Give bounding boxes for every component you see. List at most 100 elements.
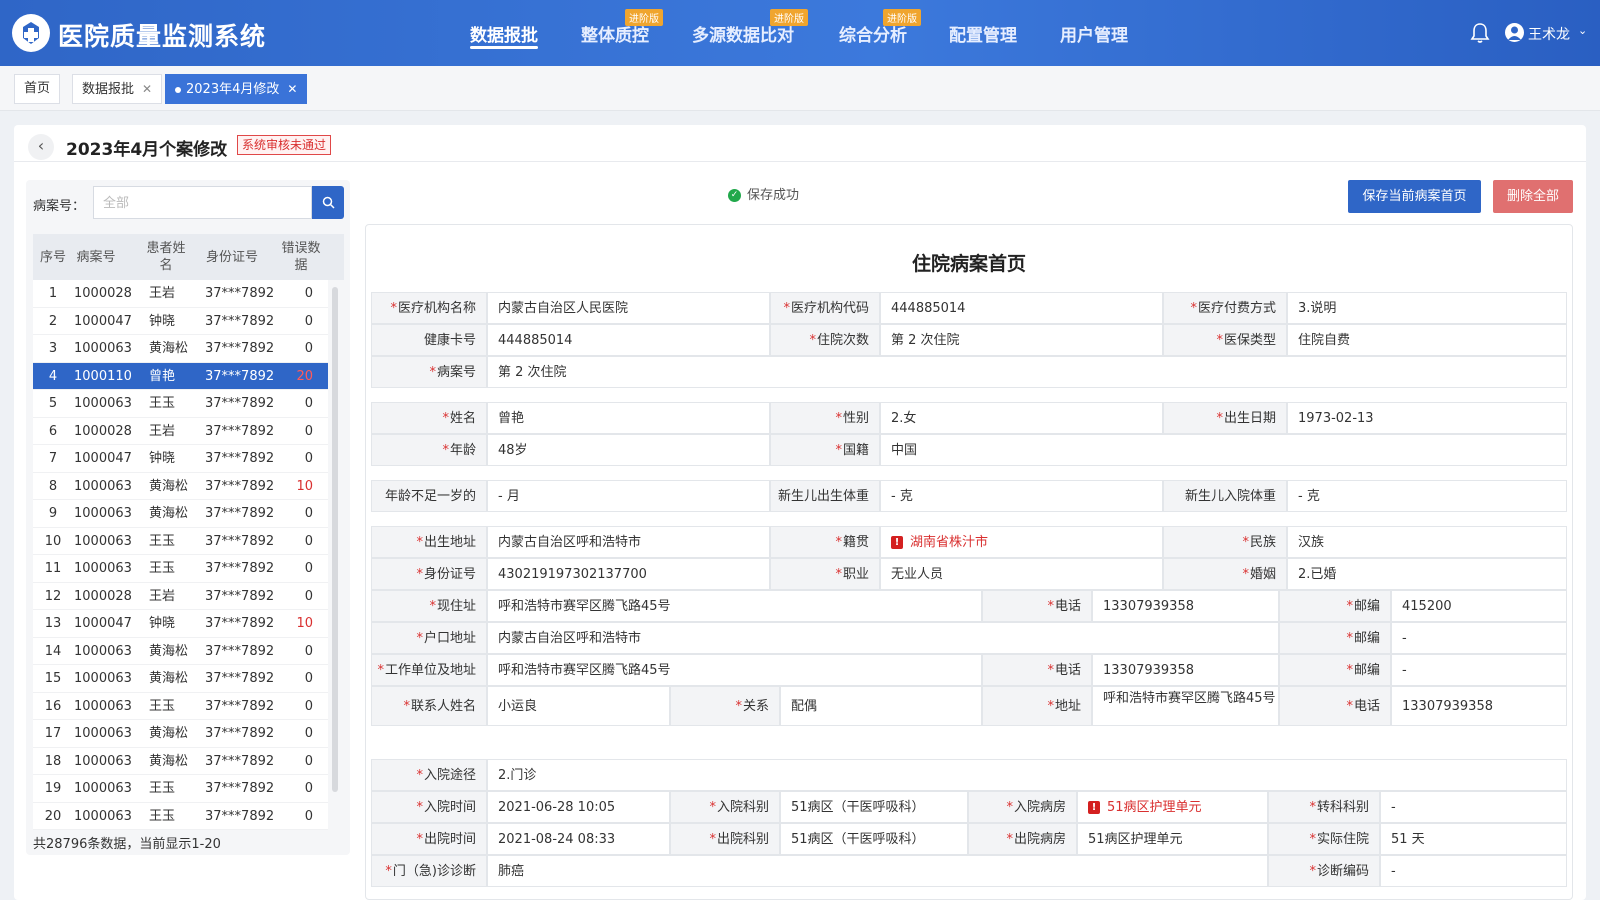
field-dis_ward[interactable]: 51病区护理单元 <box>1077 823 1268 855</box>
field-age[interactable]: 48岁 <box>487 434 770 466</box>
tab-data-approval[interactable]: 数据报批 ✕ <box>72 74 163 104</box>
field-inst_code[interactable]: 444885014 <box>880 292 1163 324</box>
table-row[interactable]: 2 1000047 钟晓 37***7892 0 <box>33 307 328 335</box>
field-admit_dept[interactable]: 51病区（干医呼吸科） <box>780 791 968 823</box>
field-marriage[interactable]: 2.已婚 <box>1287 558 1567 590</box>
search-button[interactable] <box>312 186 344 219</box>
field-work_zip[interactable]: - <box>1391 654 1567 686</box>
close-icon[interactable]: ✕ <box>142 82 152 96</box>
nav-analysis[interactable]: 综合分析 进阶版 <box>839 0 921 66</box>
field-cur_zip[interactable]: 415200 <box>1391 590 1567 622</box>
field-diag[interactable]: 肺癌 <box>487 855 1268 887</box>
tab-april-edit[interactable]: 2023年4月修改 ✕ <box>165 74 308 104</box>
user-avatar[interactable] <box>1505 23 1524 42</box>
field-admit_time[interactable]: 2021-06-28 10:05 <box>487 791 670 823</box>
table-row[interactable]: 16 1000063 王玉 37***7892 0 <box>33 692 328 720</box>
field-reg_zip[interactable]: - <box>1391 622 1567 654</box>
field-relation[interactable]: 配偶 <box>780 686 982 726</box>
field-value: 2.已婚 <box>1298 567 1337 582</box>
field-idno[interactable]: 430219197302137700 <box>487 558 770 590</box>
field-admit_ward[interactable]: ! 51病区护理单元 <box>1077 791 1268 823</box>
table-row[interactable]: 20 1000063 王玉 37***7892 0 <box>33 802 328 830</box>
table-row[interactable]: 19 1000063 王玉 37***7892 0 <box>33 775 328 803</box>
field-infant_age[interactable]: - 月 <box>487 480 770 512</box>
label-text: 婚姻 <box>1249 567 1276 582</box>
back-button[interactable]: ‹ <box>28 134 54 160</box>
nav-users[interactable]: 用户管理 <box>1060 0 1128 66</box>
field-cur_addr[interactable]: 呼和浩特市赛罕区腾飞路45号 <box>487 590 982 622</box>
cell-no: 20 <box>44 808 62 824</box>
field-health_card[interactable]: 444885014 <box>487 324 770 356</box>
nav-config[interactable]: 配置管理 <box>949 0 1017 66</box>
field-native[interactable]: ! 湖南省株汁市 <box>880 526 1163 558</box>
cell-id: 37***7892 <box>205 313 275 329</box>
field-work_addr[interactable]: 呼和浩特市赛罕区腾飞路45号 <box>487 654 982 686</box>
field-case_no[interactable]: 第 2 次住院 <box>487 356 1567 388</box>
field-work_tel[interactable]: 13307939358 <box>1092 654 1279 686</box>
table-row[interactable]: 9 1000063 黄海松 37***7892 0 <box>33 500 328 528</box>
field-label-health_card: 健康卡号 <box>371 324 487 356</box>
tab-home[interactable]: 首页 <box>14 74 61 104</box>
field-label-idno: *身份证号 <box>371 558 487 590</box>
nav-multi-source-compare[interactable]: 多源数据比对 进阶版 <box>692 0 808 66</box>
field-contact[interactable]: 小运良 <box>487 686 670 726</box>
cell-id: 37***7892 <box>205 478 275 494</box>
field-transfer[interactable]: - <box>1380 791 1567 823</box>
cell-case: 1000063 <box>74 808 132 824</box>
field-cur_tel[interactable]: 13307939358 <box>1092 590 1279 622</box>
chevron-down-icon[interactable]: ⌄ <box>1578 24 1587 37</box>
field-admit_route[interactable]: 2.门诊 <box>487 759 1567 791</box>
field-admit_weight[interactable]: - 克 <box>1287 480 1567 512</box>
field-birth[interactable]: 1973-02-13 <box>1287 402 1567 434</box>
field-stay[interactable]: 51 天 <box>1380 823 1567 855</box>
field-nation[interactable]: 中国 <box>880 434 1567 466</box>
field-admit_times[interactable]: 第 2 次住院 <box>880 324 1163 356</box>
table-row[interactable]: 18 1000063 黄海松 37***7892 0 <box>33 747 328 775</box>
table-row[interactable]: 12 1000028 王岩 37***7892 0 <box>33 582 328 610</box>
table-row[interactable]: 11 1000063 王玉 37***7892 0 <box>33 555 328 583</box>
field-insurance[interactable]: 住院自费 <box>1287 324 1567 356</box>
field-pay[interactable]: 3.说明 <box>1287 292 1567 324</box>
field-diag_code[interactable]: - <box>1380 855 1567 887</box>
field-job[interactable]: 无业人员 <box>880 558 1163 590</box>
label-text: 实际住院 <box>1316 832 1369 847</box>
table-row[interactable]: 6 1000028 王岩 37***7892 0 <box>33 417 328 445</box>
table-row[interactable]: 1 1000028 王岩 37***7892 0 <box>33 280 328 308</box>
table-row[interactable]: 5 1000063 王玉 37***7892 0 <box>33 390 328 418</box>
nav-quality-control[interactable]: 整体质控 进阶版 <box>581 0 663 66</box>
user-name[interactable]: 王术龙 <box>1528 24 1570 44</box>
cell-name: 王玉 <box>149 396 176 411</box>
table-row[interactable]: 10 1000063 王玉 37***7892 0 <box>33 527 328 555</box>
table-row[interactable]: 14 1000063 黄海松 37***7892 0 <box>33 637 328 665</box>
field-birth_weight[interactable]: - 克 <box>880 480 1163 512</box>
label-text: 入院病房 <box>1013 800 1066 815</box>
field-inst_name[interactable]: 内蒙古自治区人民医院 <box>487 292 770 324</box>
cell-id: 37***7892 <box>205 616 275 631</box>
field-birth_addr[interactable]: 内蒙古自治区呼和浩特市 <box>487 526 770 558</box>
label-text: 户口地址 <box>423 631 476 646</box>
table-row[interactable]: 3 1000063 黄海松 37***7892 0 <box>33 335 328 363</box>
table-row[interactable]: 8 1000063 黄海松 37***7892 10 <box>33 472 328 500</box>
field-dis_dept[interactable]: 51病区（干医呼吸科） <box>780 823 968 855</box>
field-sex[interactable]: 2.女 <box>880 402 1163 434</box>
table-row[interactable]: 15 1000063 黄海松 37***7892 0 <box>33 665 328 693</box>
app-title: 医院质量监测系统 <box>58 22 267 51</box>
close-icon[interactable]: ✕ <box>287 82 297 96</box>
table-row[interactable]: 17 1000063 黄海松 37***7892 0 <box>33 720 328 748</box>
table-row[interactable]: 4 1000110 曾艳 37***7892 20 <box>33 362 328 390</box>
table-row[interactable]: 13 1000047 钟晓 37***7892 10 <box>33 610 328 638</box>
bell-icon[interactable] <box>1470 22 1490 48</box>
field-contact_addr[interactable]: 呼和浩特市赛罕区腾飞路45号 <box>1092 686 1279 726</box>
field-value: 呼和浩特市赛罕区腾飞路45号 <box>498 599 671 614</box>
field-dis_time[interactable]: 2021-08-24 08:33 <box>487 823 670 855</box>
table-row[interactable]: 7 1000047 钟晓 37***7892 0 <box>33 445 328 473</box>
field-reg_addr[interactable]: 内蒙古自治区呼和浩特市 <box>487 622 1279 654</box>
nav-data-approval[interactable]: 数据报批 <box>470 0 538 66</box>
delete-all-button[interactable]: 删除全部 <box>1493 180 1573 213</box>
search-input[interactable] <box>93 186 312 219</box>
field-ethnic[interactable]: 汉族 <box>1287 526 1567 558</box>
save-button[interactable]: 保存当前病案首页 <box>1348 180 1481 213</box>
field-name[interactable]: 曾艳 <box>487 402 770 434</box>
field-contact_tel[interactable]: 13307939358 <box>1391 686 1567 726</box>
scrollbar[interactable] <box>332 287 338 792</box>
